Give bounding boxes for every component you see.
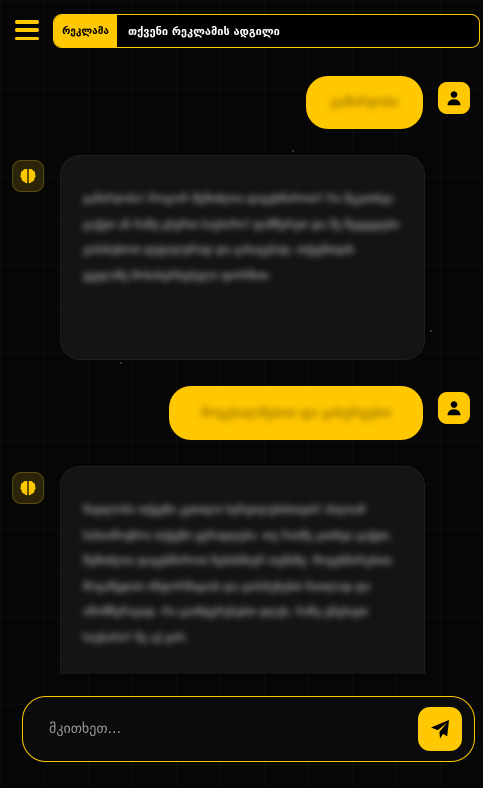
- bot-message-text: მადლობა თქვენი კეთილი სურვილებისთვის! ძა…: [83, 503, 395, 644]
- user-avatar: [438, 82, 470, 114]
- bot-message: გამარჯობა! როგორ შემიძლია დაგეხმაროთ? რა…: [60, 155, 425, 360]
- message-input[interactable]: [23, 721, 418, 737]
- brain-icon: [20, 168, 36, 184]
- hamburger-menu-icon[interactable]: [15, 20, 39, 40]
- bot-message: მადლობა თქვენი კეთილი სურვილებისთვის! ძა…: [60, 466, 425, 674]
- paper-plane-icon: [431, 720, 449, 739]
- user-message: მოგესალმებით და გისურვებთ: [169, 386, 423, 440]
- bot-avatar: [12, 472, 44, 504]
- user-icon: [447, 91, 461, 106]
- user-avatar: [438, 392, 470, 424]
- user-message: გამარჯობა: [306, 76, 423, 129]
- bot-avatar: [12, 160, 44, 192]
- message-composer: [22, 696, 475, 762]
- ad-text: თქვენი რეკლამის ადგილი: [128, 24, 280, 38]
- ad-banner[interactable]: რეკლამა თქვენი რეკლამის ადგილი: [53, 14, 480, 48]
- app-header: რეკლამა თქვენი რეკლამის ადგილი: [0, 0, 483, 62]
- bot-message-text: გამარჯობა! როგორ შემიძლია დაგეხმაროთ? რა…: [83, 192, 400, 282]
- send-button[interactable]: [418, 707, 462, 751]
- brain-icon: [20, 480, 36, 496]
- user-message-text: მოგესალმებით და გისურვებთ: [201, 405, 391, 421]
- user-icon: [447, 401, 461, 416]
- chat-thread[interactable]: გამარჯობა გამარჯობა! როგორ შემიძლია დაგე…: [0, 62, 483, 674]
- ad-badge: რეკლამა: [54, 15, 117, 47]
- user-message-text: გამარჯობა: [330, 95, 399, 110]
